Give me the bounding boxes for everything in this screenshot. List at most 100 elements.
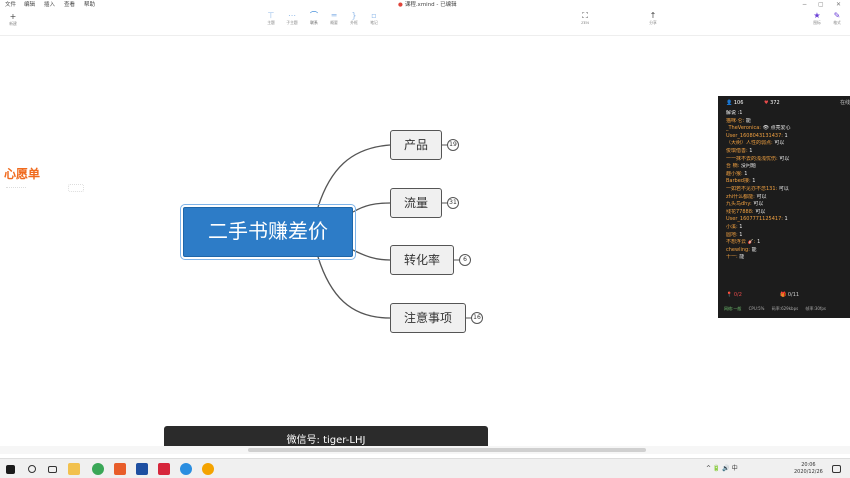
collapsed-count-badge[interactable]: 19 — [447, 139, 459, 151]
chat-username: 一如若不见亦不念131: — [726, 185, 778, 192]
branch-topic-conversion[interactable]: 转化率 — [390, 245, 454, 275]
scrollbar-thumb[interactable] — [248, 448, 646, 452]
chat-text: 没问题 — [740, 163, 756, 170]
horizontal-scrollbar[interactable] — [0, 446, 850, 454]
clock-date: 2020/12/26 — [794, 469, 823, 475]
chat-message: zhi什么都能: 可以 — [726, 194, 848, 202]
clock-time: 20:06 — [801, 462, 816, 468]
chat-message: 一一抹不去的浅浅忧伤: 可以 — [726, 156, 848, 164]
network-status: 网络:一般 — [724, 306, 742, 311]
chat-text: 可以 — [778, 185, 789, 192]
chat-username: Barbed接: — [726, 178, 751, 185]
app-icon-red[interactable] — [158, 463, 170, 475]
viewer-count-value: 106 — [733, 100, 744, 106]
chat-text: 1 — [757, 239, 761, 246]
wish-list-title: 心愿单 — [4, 167, 41, 181]
app-icon-yellow[interactable] — [202, 463, 214, 475]
collapsed-count-badge[interactable]: 6 — [459, 254, 471, 266]
viewer-count: 👤 106 — [726, 96, 743, 110]
chat-text: 👁 点亮爱心 — [762, 125, 791, 132]
chat-username: User_1608043131437: — [726, 132, 783, 139]
chat-message: 圆地: 1 — [726, 232, 848, 240]
app-icon-edge[interactable] — [180, 463, 192, 475]
branch-topic-product[interactable]: 产品 — [390, 130, 442, 160]
chat-username: 九头鸟dhy: — [726, 201, 752, 208]
wechat-subtitle: 微信号: tiger-LHJ — [164, 426, 488, 448]
chat-username: 吾 楠: — [726, 163, 740, 170]
live-chat-panel: 👤 106 ♥ 372 在线 解说 :1 猫咪·仑: 能 _TheVeronica:… — [718, 96, 850, 318]
windows-start-icon[interactable] — [6, 465, 15, 474]
chat-username: 猫咪·仑: — [726, 117, 745, 124]
chat-username: zhi什么都能: — [726, 193, 755, 200]
online-label: 在线 — [839, 100, 850, 106]
chat-text: 1 — [784, 216, 788, 223]
chat-text: 1 — [744, 170, 748, 177]
pin-counter-value: 0/2 — [733, 292, 742, 298]
system-tray[interactable]: ^ 🔋 🔊 中 — [706, 459, 738, 478]
chat-list: 解说 :1 猫咪·仑: 能 _TheVeronica: 👁 点亮爱心 User_160… — [726, 110, 848, 262]
chrome-icon[interactable] — [92, 463, 104, 475]
chat-message: _TheVeronica: 👁 点亮爱心 — [726, 125, 848, 133]
chat-message: 小溪: 1 — [726, 224, 848, 232]
chat-message: User_1608043131437: 1 — [726, 133, 848, 141]
chat-message: 解说 :1 — [726, 110, 848, 118]
taskbar-clock[interactable]: 20:06 2020/12/26 — [794, 462, 823, 476]
chat-text: 解说 :1 — [726, 110, 743, 116]
file-explorer-icon[interactable] — [68, 463, 80, 475]
chat-text: 1 — [784, 132, 788, 139]
branch-topic-traffic[interactable]: 流量 — [390, 188, 442, 218]
chat-text: 可以 — [779, 155, 790, 162]
notification-icon[interactable] — [832, 465, 841, 473]
chat-message: 一如若不见亦不念131: 可以 — [726, 186, 848, 194]
cpu-status: CPU:5% — [748, 306, 765, 311]
chat-message: Barbed接: 1 — [726, 178, 848, 186]
wish-list-placeholder — [6, 182, 26, 188]
live-header: 👤 106 ♥ 372 在线 — [718, 96, 850, 110]
bitrate-status: 码率:629kbps — [771, 306, 799, 311]
app-icon-blue[interactable] — [136, 463, 148, 475]
app-icon-orange[interactable] — [114, 463, 126, 475]
chat-username: 十一: — [726, 254, 738, 261]
central-topic[interactable]: 二手书赚差价 — [180, 204, 356, 260]
search-icon[interactable] — [28, 465, 36, 473]
chat-message: chewling: 能 — [726, 247, 848, 255]
branch-topic-notes[interactable]: 注意事项 — [390, 303, 466, 333]
chat-message: 猫咪·仑: 能 — [726, 118, 848, 126]
fps-status: 帧率:30fps — [805, 306, 826, 311]
windows-taskbar: ^ 🔋 🔊 中 20:06 2020/12/26 — [0, 458, 850, 478]
chat-username: 残花77888: — [726, 208, 754, 215]
chat-text: 能 — [751, 246, 757, 253]
pin-icon: 📍 — [726, 292, 733, 298]
collapsed-count-badge[interactable]: 31 — [447, 197, 459, 209]
heart-icon: ♥ — [764, 100, 769, 106]
chat-message: （大树）人性的弱点: 可以 — [726, 140, 848, 148]
gift-counter: 🎁 0/11 — [780, 290, 799, 300]
chat-text: 1 — [739, 231, 743, 238]
chat-text: 可以 — [753, 201, 764, 208]
chat-username: 趣小猴: — [726, 170, 743, 177]
task-view-icon[interactable] — [48, 466, 57, 473]
stream-stats: 网络:一般 CPU:5% 码率:629kbps 帧率:30fps — [718, 304, 850, 314]
chat-message: 不想浮云 🎸: 1 — [726, 239, 848, 247]
chat-message: User_1607771125417: 1 — [726, 216, 848, 224]
chat-message: 吾 楠: 没问题 — [726, 163, 848, 171]
chat-text: 能 — [739, 254, 745, 261]
chat-text: 1 — [749, 147, 753, 154]
chat-message: 俊琪借善: 1 — [726, 148, 848, 156]
chat-message: 趣小猴: 1 — [726, 171, 848, 179]
collapsed-count-badge[interactable]: 16 — [471, 312, 483, 324]
chat-username: 俊琪借善: — [726, 147, 748, 154]
live-footer: 📍 0/2 🎁 0/11 — [718, 290, 850, 300]
pin-counter: 📍 0/2 — [726, 290, 742, 300]
wish-list-placeholder-box — [68, 184, 84, 192]
gift-icon: 🎁 — [780, 292, 787, 298]
chat-text: 1 — [752, 178, 756, 185]
chat-username: （大树）人性的弱点: — [726, 140, 773, 147]
chat-message: 九头鸟dhy: 可以 — [726, 201, 848, 209]
chat-text: 1 — [739, 223, 743, 230]
person-icon: 👤 — [726, 100, 733, 106]
chat-username: 不想浮云 🎸: — [726, 239, 756, 246]
chat-username: 小溪: — [726, 223, 738, 230]
chat-username: _TheVeronica: — [726, 125, 761, 132]
like-count: ♥ 372 — [764, 96, 780, 110]
